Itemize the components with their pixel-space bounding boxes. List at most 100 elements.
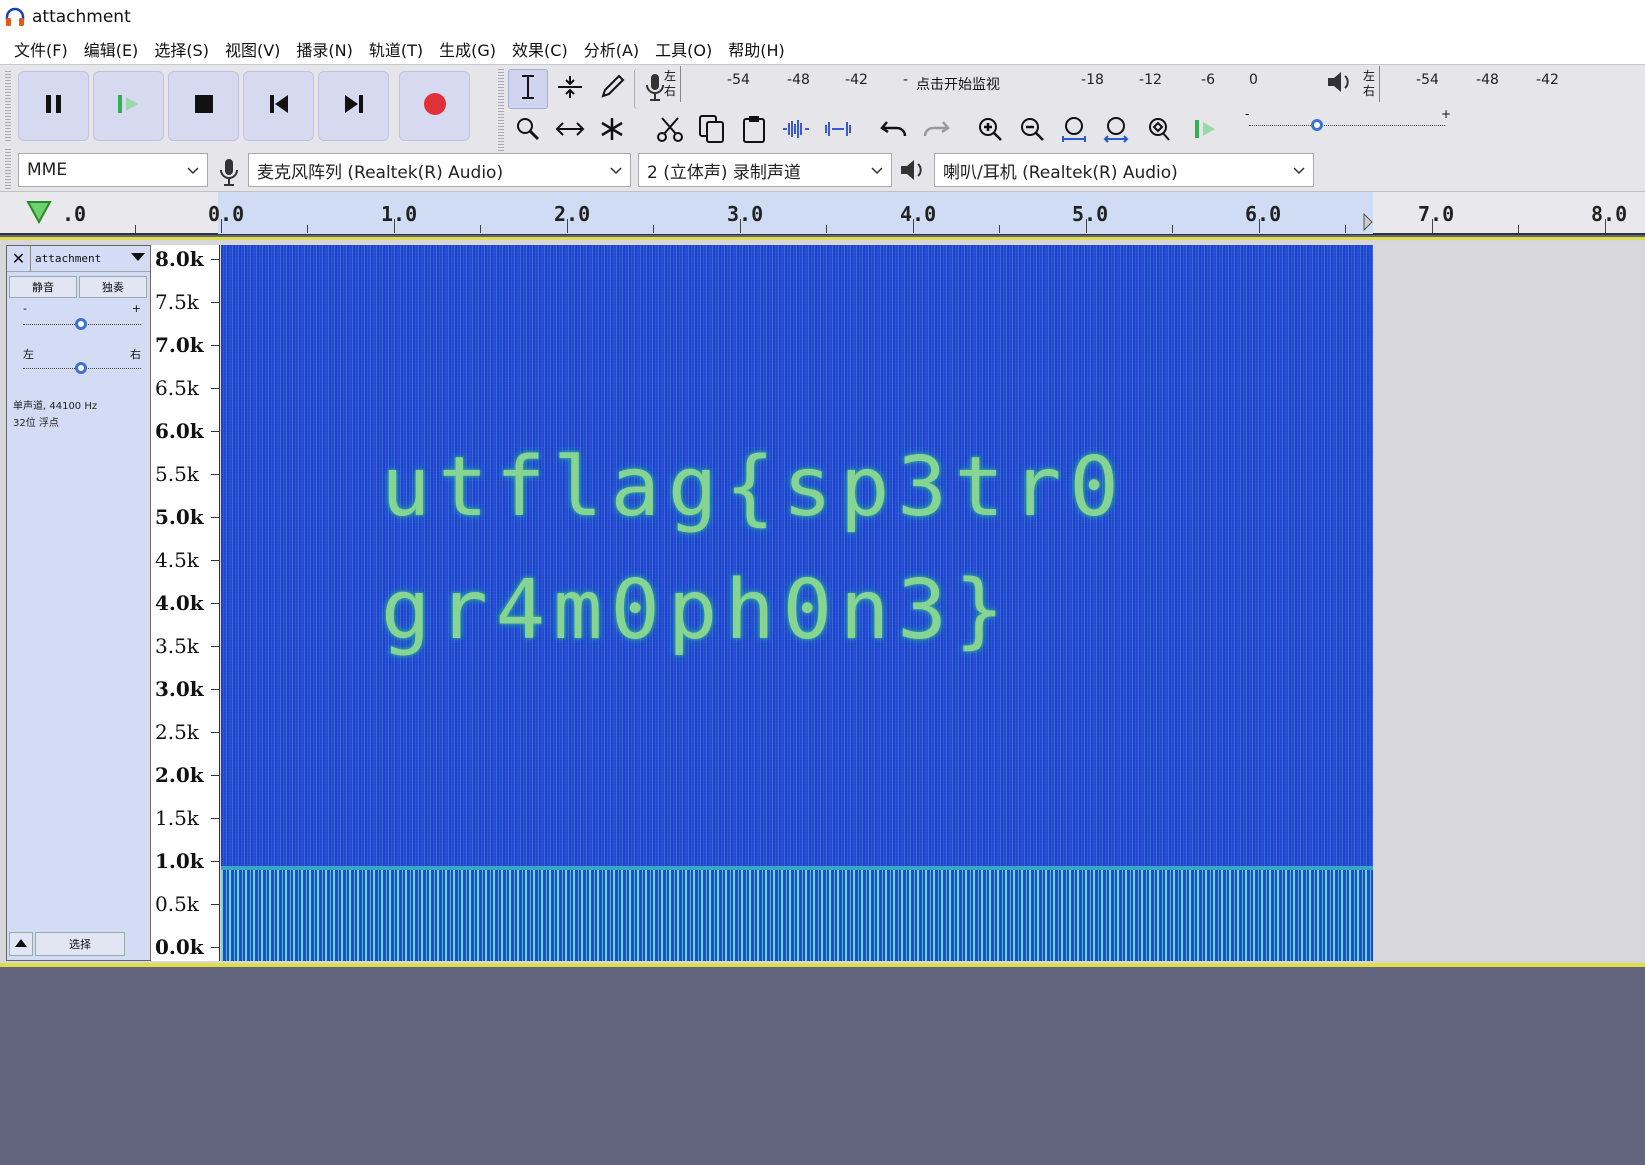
gain-slider[interactable]: - +	[23, 302, 141, 334]
selection-end-marker-icon[interactable]	[1362, 212, 1374, 236]
menu-tracks[interactable]: 轨道(T)	[361, 37, 431, 61]
menu-bar: 文件(F) 编辑(E) 选择(S) 视图(V) 播录(N) 轨道(T) 生成(G…	[0, 34, 1645, 64]
trim-button[interactable]	[776, 111, 816, 151]
recording-meter-scale[interactable]: -54 -48 -42 - 点击开始监视 -18 -12 -6 0	[680, 66, 1280, 102]
frequency-label: 2.0k	[155, 763, 204, 787]
menu-tools[interactable]: 工具(O)	[647, 37, 720, 61]
ruler-tick	[1605, 219, 1606, 233]
selection-tool[interactable]	[508, 69, 548, 109]
record-icon	[423, 92, 447, 120]
menu-select[interactable]: 选择(S)	[146, 37, 217, 61]
ruler-label: 5.0	[1072, 202, 1109, 226]
pan-knob[interactable]	[75, 362, 87, 374]
menu-file[interactable]: 文件(F)	[6, 37, 76, 61]
toolbar-grip[interactable]	[498, 69, 504, 151]
track-name-menu[interactable]: attachment	[31, 252, 130, 265]
menu-analyze[interactable]: 分析(A)	[576, 37, 647, 61]
frequency-tick	[211, 560, 219, 561]
toolbar-grip[interactable]	[5, 149, 11, 189]
frequency-label: 6.0k	[155, 419, 204, 443]
clipboard-icon	[741, 114, 767, 148]
menu-transport[interactable]: 播录(N)	[288, 37, 360, 61]
timeline-ruler[interactable]: .0 0.0 1.0 2.0 3.0 4.0 5.0 6.0 7.0 8.0	[0, 191, 1645, 235]
meter-left-label: 左	[664, 69, 677, 83]
frequency-label: 6.5k	[155, 376, 199, 400]
menu-generate[interactable]: 生成(G)	[431, 37, 504, 61]
silence-button[interactable]	[818, 111, 858, 151]
stop-button[interactable]	[168, 71, 239, 141]
speed-knob[interactable]	[1311, 119, 1323, 131]
menu-edit[interactable]: 编辑(E)	[76, 37, 147, 61]
record-button[interactable]	[399, 71, 470, 141]
copy-button[interactable]	[692, 111, 732, 151]
zoom-fit-icon	[1102, 115, 1130, 147]
play-at-speed-button[interactable]	[1186, 111, 1226, 151]
frequency-tick	[211, 517, 219, 518]
pause-button[interactable]	[18, 71, 89, 141]
frequency-axis[interactable]: 8.0k 7.5k 7.0k 6.5k 6.0k 5.5k 5.0k 4.5k 4.0k 3.5k…	[151, 245, 220, 961]
chevron-down-icon	[871, 160, 883, 180]
undo-button[interactable]	[874, 111, 914, 151]
audio-host-select[interactable]: MME	[18, 153, 208, 187]
play-speed-slider[interactable]: - +	[1245, 107, 1451, 147]
recording-device-select[interactable]: 麦克风阵列 (Realtek(R) Audio)	[248, 153, 631, 187]
envelope-tool[interactable]	[550, 69, 590, 109]
multi-tool[interactable]	[592, 111, 632, 151]
mute-button[interactable]: 静音	[9, 276, 77, 298]
menu-help[interactable]: 帮助(H)	[720, 37, 793, 61]
skip-to-end-button[interactable]	[318, 71, 389, 141]
zoom-toggle-button[interactable]	[1138, 111, 1178, 151]
playback-meter-scale[interactable]: -54 -48 -42	[1379, 66, 1645, 102]
time-shift-tool[interactable]	[550, 111, 590, 151]
frequency-label: 1.5k	[155, 806, 199, 830]
empty-track-area[interactable]	[1373, 245, 1641, 961]
ruler-tick	[999, 225, 1000, 233]
pan-slider[interactable]: 左 右	[23, 348, 141, 378]
fit-project-button[interactable]	[1096, 111, 1136, 151]
menu-view[interactable]: 视图(V)	[217, 37, 288, 61]
track-control-panel[interactable]: ✕ attachment 静音 独奏 - + 左 右 单声道, 44100 Hz…	[6, 245, 151, 961]
recording-channels-select[interactable]: 2 (立体声) 录制声道	[638, 153, 892, 187]
caret-down-icon[interactable]	[130, 251, 150, 266]
meter-tick: -48	[1476, 72, 1499, 88]
transport-toolbar	[18, 71, 470, 141]
meter-tick: -12	[1139, 72, 1162, 88]
cut-button[interactable]	[650, 111, 690, 151]
redo-icon	[921, 118, 951, 144]
toolbar-grip[interactable]	[5, 71, 11, 141]
meter-monitor-hint[interactable]: 点击开始监视	[914, 74, 1003, 94]
spectrogram-view[interactable]: utflag{sp3tr0 gr4m0ph0n3}	[221, 245, 1373, 961]
ruler-tick	[826, 225, 827, 233]
draw-tool[interactable]	[592, 69, 632, 109]
ruler-label: .0	[62, 202, 87, 226]
frequency-label: 8.0k	[155, 247, 204, 271]
ruler-tick	[740, 219, 741, 233]
play-head-icon[interactable]	[26, 200, 52, 228]
solo-button[interactable]: 独奏	[79, 276, 147, 298]
frequency-label: 4.5k	[155, 548, 199, 572]
collapse-track-button[interactable]	[9, 932, 33, 956]
frequency-tick	[211, 345, 219, 346]
fit-selection-button[interactable]	[1054, 111, 1094, 151]
speed-track	[1249, 125, 1445, 126]
zoom-tool[interactable]	[508, 111, 548, 151]
meter-tick: -54	[727, 72, 750, 88]
playback-device-select[interactable]: 喇叭/耳机 (Realtek(R) Audio)	[934, 153, 1314, 187]
redo-button[interactable]	[916, 111, 956, 151]
zoom-in-button[interactable]	[970, 111, 1010, 151]
gain-knob[interactable]	[75, 318, 87, 330]
playback-meter[interactable]: 左 右 -54 -48 -42	[1325, 65, 1645, 103]
close-track-button[interactable]: ✕	[7, 245, 31, 272]
frequency-label: 4.0k	[155, 591, 204, 615]
play-button[interactable]	[93, 71, 164, 141]
microphone-icon	[218, 157, 240, 191]
paste-button[interactable]	[734, 111, 774, 151]
zoom-out-button[interactable]	[1012, 111, 1052, 151]
select-track-button[interactable]: 选择	[35, 932, 125, 956]
edit-toolbar	[650, 111, 1226, 151]
skip-to-start-button[interactable]	[243, 71, 314, 141]
meter-tick: -6	[1201, 72, 1215, 88]
recording-meter[interactable]: 左 右 -54 -48 -42 - 点击开始监视 -18 -12 -6 0	[660, 65, 1280, 103]
menu-effect[interactable]: 效果(C)	[504, 37, 576, 61]
frequency-tick	[211, 259, 219, 260]
